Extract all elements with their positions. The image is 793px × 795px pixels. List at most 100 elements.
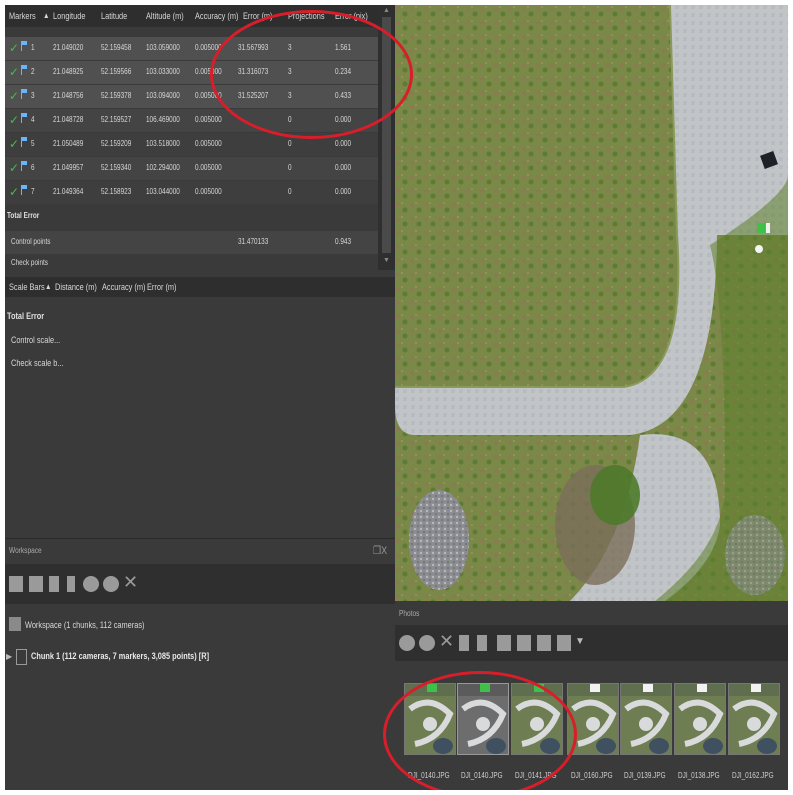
- add-marker-icon[interactable]: [67, 576, 75, 592]
- marker-lat: 52.159527: [101, 115, 132, 124]
- control-points-row[interactable]: Control points 31.470133 0.943: [5, 231, 378, 254]
- marker-acc: 0.005000: [195, 187, 222, 196]
- add-photos-icon[interactable]: [29, 576, 43, 592]
- photo-image: [729, 696, 779, 754]
- workspace-root-label[interactable]: Workspace (1 chunks, 112 cameras): [25, 620, 145, 630]
- checkbox-checked-icon[interactable]: ✓: [9, 65, 19, 79]
- rotate-right-icon[interactable]: [477, 635, 487, 651]
- col-latitude[interactable]: Latitude: [101, 11, 127, 21]
- col-accuracy[interactable]: Accuracy (m): [195, 11, 238, 21]
- filter-icon[interactable]: [497, 635, 511, 651]
- remove-icon[interactable]: ✕: [123, 572, 138, 593]
- panel-float-close-icon[interactable]: ❐X: [373, 544, 387, 557]
- checkbox-checked-icon[interactable]: ✓: [9, 113, 19, 127]
- checkbox-checked-icon[interactable]: ✓: [9, 161, 19, 175]
- marker-proj: 0: [288, 139, 292, 148]
- photo-image: [675, 696, 725, 754]
- check-icon[interactable]: [399, 635, 415, 651]
- marker-lon: 21.049364: [53, 187, 84, 196]
- marker-err-pix: 0.000: [335, 187, 352, 196]
- marker-alt: 103.518000: [146, 139, 180, 148]
- add-folder-icon[interactable]: [49, 576, 59, 592]
- disable-icon[interactable]: [103, 576, 119, 592]
- annotation-ellipse-errors: [210, 10, 413, 139]
- marker-name: 1: [31, 43, 35, 52]
- minus-icon[interactable]: [419, 635, 435, 651]
- photo-image: [621, 696, 671, 754]
- marker-lon: 21.048756: [53, 91, 84, 100]
- chunk-icon: [16, 649, 27, 665]
- marker-name: 4: [31, 115, 35, 124]
- marker-acc: 0.005000: [195, 163, 222, 172]
- marker-acc: 0.005000: [195, 115, 222, 124]
- marker-flag-icon: [21, 161, 28, 171]
- scroll-up-icon[interactable]: ▲: [383, 7, 390, 14]
- check-scale-label[interactable]: Check scale b...: [11, 358, 64, 368]
- remove-icon[interactable]: ✕: [439, 631, 454, 652]
- grid-view-icon[interactable]: [557, 635, 571, 651]
- photo-thumbnail[interactable]: [674, 683, 726, 755]
- view-icon[interactable]: [537, 635, 551, 651]
- marker-alt: 106.469000: [146, 115, 180, 124]
- photo-label: DJI_0138.JPG: [678, 771, 720, 780]
- marker-lon: 21.048925: [53, 67, 84, 76]
- mask-icon[interactable]: [517, 635, 531, 651]
- col-markers[interactable]: Markers: [9, 11, 36, 21]
- col-scale-bars[interactable]: Scale Bars: [9, 282, 45, 292]
- marker-row[interactable]: ✓ 6 21.049957 52.159340 102.294000 0.005000 0 0…: [5, 157, 378, 180]
- sort-asc-icon: ▲: [45, 282, 52, 291]
- workspace-icon: [9, 617, 21, 631]
- marker-lon: 21.049957: [53, 163, 84, 172]
- marker-flag-icon: [21, 185, 28, 195]
- checkbox-checked-icon[interactable]: ✓: [9, 137, 19, 151]
- marker-alt: 103.033000: [146, 67, 180, 76]
- workspace-panel: Workspace ❐X ✕ Workspace (1 chunks, 112 …: [5, 538, 395, 790]
- total-error-label: Total Error: [7, 211, 40, 220]
- marker-flag-icon: [590, 684, 600, 692]
- marker-name: 7: [31, 187, 35, 196]
- photos-title: Photos: [399, 609, 420, 618]
- marker-flag-icon: [697, 684, 707, 692]
- sort-asc-icon: ▲: [43, 11, 50, 20]
- expand-chunk-icon[interactable]: ▶: [6, 652, 12, 661]
- marker-flag-icon: [21, 41, 28, 51]
- marker-name: 6: [31, 163, 35, 172]
- checkbox-checked-icon[interactable]: ✓: [9, 89, 19, 103]
- control-points-err-pix: 0.943: [335, 237, 352, 246]
- photo-thumbnail[interactable]: [728, 683, 780, 755]
- chunk-label[interactable]: Chunk 1 (112 cameras, 7 markers, 3,085 p…: [31, 651, 209, 661]
- total-error-row: Total Error: [5, 205, 378, 228]
- marker-name: 5: [31, 139, 35, 148]
- col-altitude[interactable]: Altitude (m): [146, 11, 184, 21]
- marker-flag-icon: [21, 65, 28, 75]
- marker-name: 2: [31, 67, 35, 76]
- col-longitude[interactable]: Longitude: [53, 11, 85, 21]
- annotation-ellipse-photos: [383, 671, 577, 790]
- workspace-title: Workspace: [9, 546, 42, 555]
- checkbox-checked-icon[interactable]: ✓: [9, 41, 19, 55]
- marker-row[interactable]: ✓ 7 21.049364 52.158923 103.044000 0.005000 0 0…: [5, 181, 378, 204]
- marker-flag-icon: [21, 113, 28, 123]
- marker-flag-icon: [751, 684, 761, 692]
- enable-icon[interactable]: [83, 576, 99, 592]
- col-sb-error[interactable]: Error (m): [147, 282, 177, 292]
- rotate-left-icon[interactable]: [459, 635, 469, 651]
- marker-flag-icon: [21, 89, 28, 99]
- col-distance[interactable]: Distance (m): [55, 282, 97, 292]
- check-points-row[interactable]: Check points: [5, 255, 378, 270]
- marker-lat: 52.159209: [101, 139, 132, 148]
- photo-thumbnail[interactable]: [620, 683, 672, 755]
- control-points-err-m: 31.470133: [238, 237, 269, 246]
- sb-total-error-label: Total Error: [7, 311, 45, 321]
- chevron-down-icon[interactable]: ▼: [575, 636, 585, 647]
- add-chunk-icon[interactable]: [9, 576, 23, 592]
- control-scale-label[interactable]: Control scale...: [11, 335, 60, 345]
- scroll-down-icon[interactable]: ▼: [383, 257, 390, 264]
- col-sb-accuracy[interactable]: Accuracy (m): [102, 282, 145, 292]
- marker-lon: 21.048728: [53, 115, 84, 124]
- photo-label: DJI_0139.JPG: [624, 771, 666, 780]
- aerial-ortho-image: [395, 5, 788, 601]
- photo-label: DJI_0160.JPG: [571, 771, 613, 780]
- checkbox-checked-icon[interactable]: ✓: [9, 185, 19, 199]
- workspace-toolbar: ✕: [5, 564, 395, 604]
